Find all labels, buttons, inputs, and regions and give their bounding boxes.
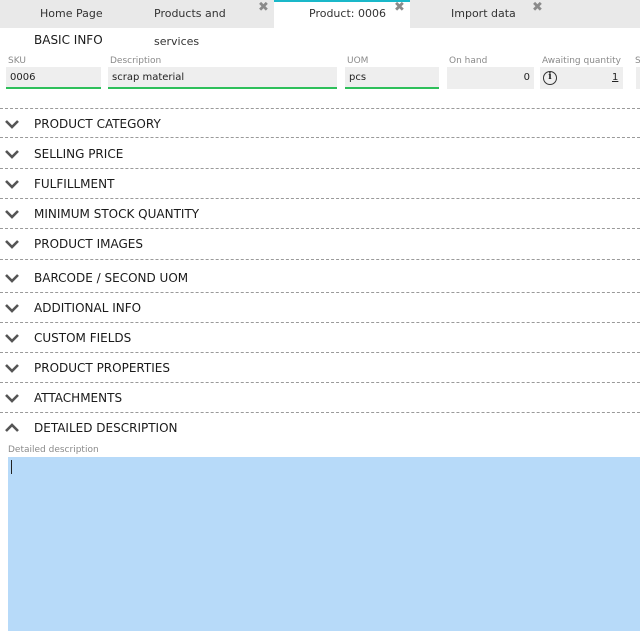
chevron-down-icon — [5, 274, 19, 283]
tab-bar: Home Page Products and services ✖ Produc… — [0, 0, 640, 49]
section-product-properties[interactable]: PRODUCT PROPERTIES — [0, 353, 640, 383]
awaiting-quantity-label: Awaiting quantity — [542, 56, 621, 66]
chevron-down-icon — [5, 120, 19, 129]
section-attachments[interactable]: ATTACHMENTS — [0, 383, 640, 413]
chevron-up-icon — [5, 423, 19, 432]
section-label: PRODUCT PROPERTIES — [34, 361, 170, 375]
on-hand-label: On hand — [449, 56, 488, 66]
chevron-down-icon — [5, 394, 19, 403]
tab-import-data[interactable]: Import data ✖ — [410, 0, 550, 28]
section-label: ADDITIONAL INFO — [34, 301, 142, 315]
cut-off-label: S — [635, 56, 640, 66]
section-label: CUSTOM FIELDS — [34, 331, 132, 345]
description-field[interactable]: scrap material — [108, 67, 337, 89]
uom-label: UOM — [347, 56, 369, 66]
section-additional-info[interactable]: ADDITIONAL INFO — [0, 293, 640, 323]
description-label: Description — [110, 56, 162, 66]
section-fulfillment[interactable]: FULFILLMENT — [0, 169, 640, 199]
section-label: DETAILED DESCRIPTION — [34, 421, 178, 435]
tab-home-page[interactable]: Home Page — [0, 0, 136, 28]
close-icon[interactable]: ✖ — [394, 1, 405, 15]
chevron-down-icon — [5, 150, 19, 159]
section-barcode-second-uom[interactable]: BARCODE / SECOND UOM — [0, 263, 640, 293]
section-label: BARCODE / SECOND UOM — [34, 271, 189, 285]
section-custom-fields[interactable]: CUSTOM FIELDS — [0, 323, 640, 353]
tab-product-0006[interactable]: Product: 0006 ✖ — [274, 0, 410, 28]
section-minimum-stock-quantity[interactable]: MINIMUM STOCK QUANTITY — [0, 199, 640, 229]
info-icon[interactable]: i — [543, 71, 557, 85]
awaiting-quantity-value[interactable]: 1 — [612, 72, 618, 83]
chevron-down-icon — [5, 210, 19, 219]
chevron-down-icon — [5, 180, 19, 189]
detailed-description-label: Detailed description — [8, 445, 99, 455]
section-label: ATTACHMENTS — [34, 391, 123, 405]
uom-field[interactable]: pcs — [345, 67, 439, 89]
section-detailed-description[interactable]: DETAILED DESCRIPTION — [0, 413, 640, 443]
section-label: SELLING PRICE — [34, 147, 124, 161]
section-product-images[interactable]: PRODUCT IMAGES — [0, 229, 640, 260]
sku-field[interactable]: 0006 — [6, 67, 101, 89]
section-label: MINIMUM STOCK QUANTITY — [34, 207, 200, 221]
tab-label: Products and services — [154, 7, 226, 48]
section-label: PRODUCT CATEGORY — [34, 117, 161, 131]
tab-label: Import data — [451, 7, 516, 20]
chevron-down-icon — [5, 364, 19, 373]
detailed-description-textarea[interactable] — [8, 457, 640, 631]
section-label: FULFILLMENT — [34, 177, 115, 191]
section-product-category[interactable]: PRODUCT CATEGORY — [0, 108, 640, 138]
chevron-down-icon — [5, 304, 19, 313]
chevron-down-icon — [5, 240, 19, 249]
text-caret — [11, 460, 12, 474]
close-icon[interactable]: ✖ — [532, 1, 543, 15]
tab-label: Product: 0006 — [309, 7, 386, 20]
sku-label: SKU — [8, 56, 26, 66]
cut-off-field — [636, 67, 640, 89]
basic-info-title: BASIC INFO — [34, 33, 103, 47]
section-label: PRODUCT IMAGES — [34, 237, 143, 251]
section-selling-price[interactable]: SELLING PRICE — [0, 139, 640, 169]
on-hand-field: 0 — [447, 67, 534, 89]
chevron-down-icon — [5, 334, 19, 343]
tab-products-and-services[interactable]: Products and services ✖ — [136, 0, 274, 49]
close-icon[interactable]: ✖ — [258, 1, 269, 15]
tab-label: Home Page — [40, 7, 103, 20]
